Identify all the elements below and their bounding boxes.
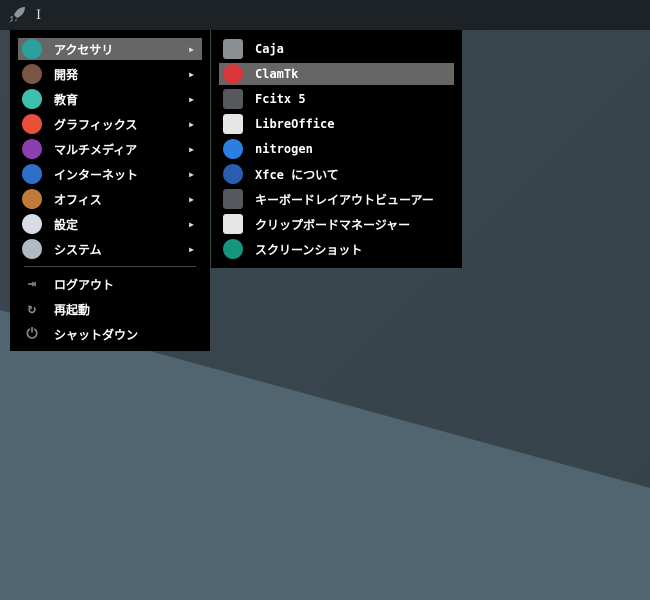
- menu-category-item[interactable]: アクセサリ ▶: [18, 38, 202, 60]
- menu-item-label: nitrogen: [255, 142, 313, 156]
- menu-category-item[interactable]: 教育 ▶: [18, 88, 202, 110]
- submenu-app-item[interactable]: Caja: [219, 38, 454, 60]
- submenu-app-item[interactable]: ClamTk: [219, 63, 454, 85]
- education-icon: [22, 89, 42, 109]
- menu-category-item[interactable]: 設定 ▶: [18, 213, 202, 235]
- applications-menu: アクセサリ ▶ 開発 ▶ 教育 ▶ グラフィックス ▶ マルチメディア ▶ インターネット ▶ オフィス…: [10, 30, 210, 351]
- graphics-icon: [22, 114, 42, 134]
- menu-action-item[interactable]: ⏻ シャットダウン: [18, 323, 202, 345]
- submenu-arrow-icon: ▶: [189, 169, 194, 179]
- submenu-arrow-icon: ▶: [189, 119, 194, 129]
- menu-item-label: Caja: [255, 42, 284, 56]
- menu-item-label: アクセサリ: [54, 42, 114, 57]
- menu-item-label: シャットダウン: [54, 327, 139, 342]
- submenu-app-item[interactable]: スクリーンショット: [219, 238, 454, 260]
- submenu-app-item[interactable]: キーボードレイアウトビューアー: [219, 188, 454, 210]
- xfce-icon: [223, 164, 243, 184]
- menu-item-label: システム: [54, 242, 102, 257]
- menu-item-label: 開発: [54, 67, 79, 82]
- menu-category-item[interactable]: マルチメディア ▶: [18, 138, 202, 160]
- menu-item-label: マルチメディア: [54, 142, 138, 157]
- power-icon: ⏻: [26, 326, 38, 342]
- menu-item-label: 設定: [54, 217, 79, 232]
- internet-icon: [22, 164, 42, 184]
- screenshot-icon: [223, 239, 243, 259]
- menu-item-label: スクリーンショット: [255, 242, 363, 257]
- menu-category-item[interactable]: オフィス ▶: [18, 188, 202, 210]
- file-manager-icon: [223, 39, 243, 59]
- menu-category-item[interactable]: グラフィックス ▶: [18, 113, 202, 135]
- menu-item-label: ログアウト: [54, 277, 115, 292]
- menu-item-label: 再起動: [54, 302, 91, 317]
- keyboard-icon: [223, 89, 243, 109]
- document-icon: [223, 114, 243, 134]
- menu-item-label: LibreOffice: [255, 117, 335, 131]
- text-cursor: I: [36, 7, 42, 23]
- menu-item-label: グラフィックス: [54, 117, 138, 132]
- menu-action-item[interactable]: ⇥ ログアウト: [18, 273, 202, 295]
- submenu-app-item[interactable]: LibreOffice: [219, 113, 454, 135]
- accessories-icon: [22, 39, 42, 59]
- submenu-arrow-icon: ▶: [189, 219, 194, 229]
- submenu-app-item[interactable]: クリップボードマネージャー: [219, 213, 454, 235]
- submenu-arrow-icon: ▶: [189, 69, 194, 79]
- keyboard-icon: [223, 189, 243, 209]
- briefcase-icon: [22, 189, 42, 209]
- restart-icon: ↻: [27, 301, 37, 317]
- menu-item-label: キーボードレイアウトビューアー: [255, 192, 434, 207]
- menu-item-label: クリップボードマネージャー: [255, 217, 411, 232]
- menu-item-label: Fcitx 5: [255, 92, 306, 106]
- clamtk-icon: [223, 64, 243, 84]
- rocket-menu-icon[interactable]: [6, 4, 28, 26]
- submenu-arrow-icon: ▶: [189, 144, 194, 154]
- hammer-icon: [22, 64, 42, 84]
- menu-item-label: オフィス: [54, 192, 102, 207]
- menu-category-item[interactable]: システム ▶: [18, 238, 202, 260]
- menu-category-item[interactable]: 開発 ▶: [18, 63, 202, 85]
- clipboard-icon: [223, 214, 243, 234]
- accessories-submenu: Caja ClamTk Fcitx 5 LibreOffice nitrogen Xfce…: [211, 30, 462, 268]
- submenu-app-item[interactable]: Fcitx 5: [219, 88, 454, 110]
- submenu-arrow-icon: ▶: [189, 94, 194, 104]
- system-gear-icon: [22, 239, 42, 259]
- menu-item-label: 教育: [54, 92, 79, 107]
- top-panel: I: [0, 0, 650, 30]
- submenu-arrow-icon: ▶: [189, 44, 194, 54]
- submenu-app-item[interactable]: nitrogen: [219, 138, 454, 160]
- menu-item-label: ClamTk: [255, 67, 299, 81]
- menu-action-item[interactable]: ↻ 再起動: [18, 298, 202, 320]
- nitrogen-icon: [223, 139, 243, 159]
- submenu-arrow-icon: ▶: [189, 194, 194, 204]
- submenu-arrow-icon: ▶: [189, 244, 194, 254]
- multimedia-icon: [22, 139, 42, 159]
- settings-icon: [22, 214, 42, 234]
- logout-icon: ⇥: [27, 276, 37, 292]
- menu-item-label: Xfce について: [255, 167, 339, 182]
- menu-item-label: インターネット: [54, 167, 139, 182]
- submenu-app-item[interactable]: Xfce について: [219, 163, 454, 185]
- menu-category-item[interactable]: インターネット ▶: [18, 163, 202, 185]
- menu-separator: [24, 266, 196, 267]
